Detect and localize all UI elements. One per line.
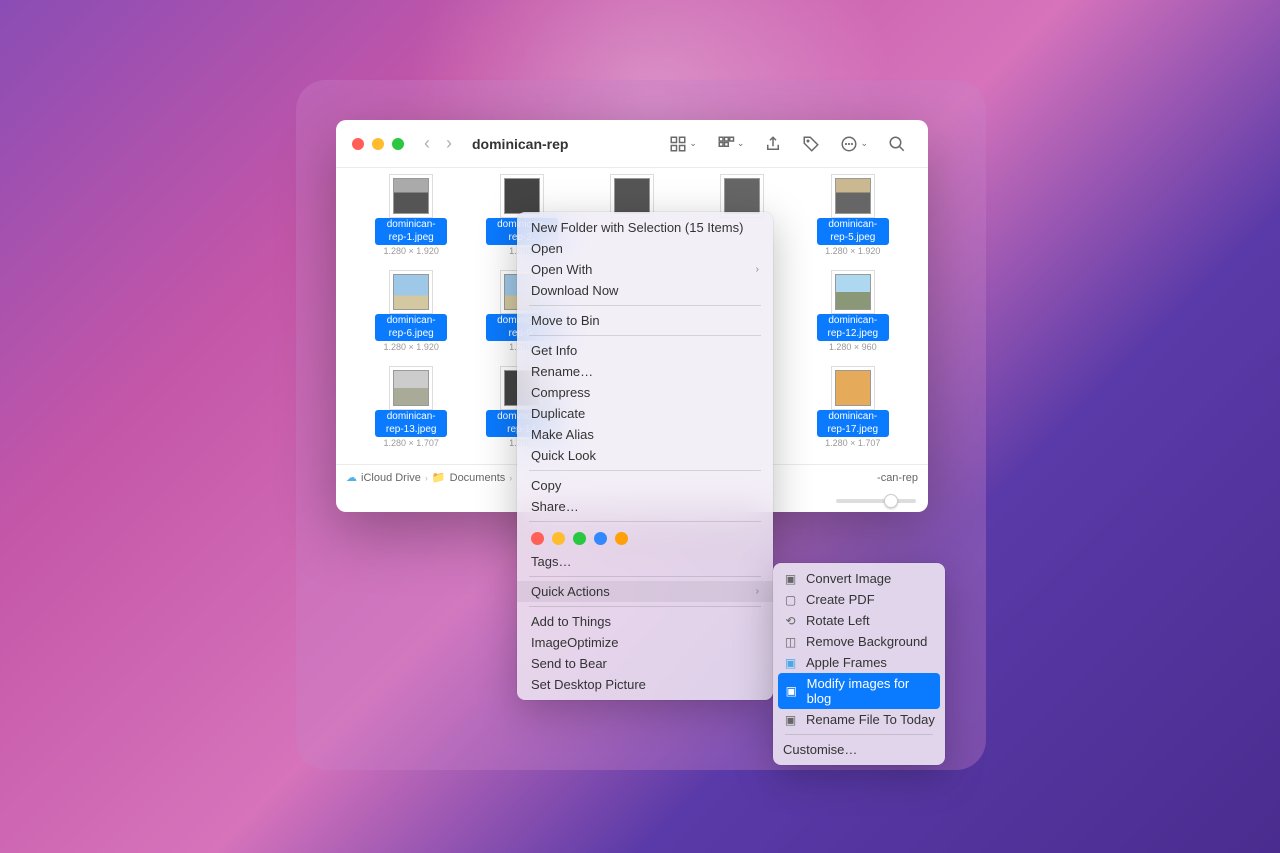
document-icon: ▢: [783, 592, 798, 607]
frames-icon: ▣: [783, 655, 798, 670]
menu-image-optimize[interactable]: ImageOptimize: [517, 632, 773, 653]
qa-customise[interactable]: Customise…: [773, 739, 945, 760]
menu-get-info[interactable]: Get Info: [517, 340, 773, 361]
file-thumbnail: [393, 370, 429, 406]
menu-send-to-bear[interactable]: Send to Bear: [517, 653, 773, 674]
file-name: dominican-rep-6.jpeg: [375, 314, 447, 341]
file-dimensions: 1.280 × 1.920: [384, 342, 439, 352]
menu-new-folder[interactable]: New Folder with Selection (15 Items): [517, 217, 773, 238]
folder-icon: 📁: [432, 471, 446, 484]
traffic-lights: [352, 138, 404, 150]
file-thumbnail: [614, 178, 650, 214]
menu-duplicate[interactable]: Duplicate: [517, 403, 773, 424]
path-segment[interactable]: Documents: [450, 472, 506, 484]
minimize-button[interactable]: [372, 138, 384, 150]
menu-make-alias[interactable]: Make Alias: [517, 424, 773, 445]
menu-rename[interactable]: Rename…: [517, 361, 773, 382]
file-thumbnail: [835, 370, 871, 406]
qa-remove-background[interactable]: ◫Remove Background: [773, 631, 945, 652]
qa-rotate-left[interactable]: ⟲Rotate Left: [773, 610, 945, 631]
tag-colors: [517, 526, 773, 551]
path-segment[interactable]: -can-rep: [877, 472, 918, 484]
file-name: dominican-rep-12.jpeg: [817, 314, 889, 341]
icloud-icon: ☁︎: [346, 471, 357, 484]
file-thumbnail: [835, 274, 871, 310]
file-thumbnail: [504, 178, 540, 214]
finder-toolbar: ‹ › dominican-rep ⌄ ⌄ ⌄: [336, 120, 928, 168]
back-button[interactable]: ‹: [420, 133, 434, 154]
maximize-button[interactable]: [392, 138, 404, 150]
file-name: dominican-rep-5.jpeg: [817, 218, 889, 245]
file-item[interactable]: dominican-rep-12.jpeg1.280 × 960: [798, 274, 908, 370]
menu-move-to-bin[interactable]: Move to Bin: [517, 310, 773, 331]
file-dimensions: 1.280 × 960: [829, 342, 877, 352]
menu-share[interactable]: Share…: [517, 496, 773, 517]
background-icon: ◫: [783, 634, 798, 649]
file-thumbnail: [393, 274, 429, 310]
share-icon[interactable]: [758, 135, 788, 153]
menu-tags[interactable]: Tags…: [517, 551, 773, 572]
menu-compress[interactable]: Compress: [517, 382, 773, 403]
file-dimensions: 1.280 × 1.920: [384, 246, 439, 256]
file-name: dominican-rep-1.jpeg: [375, 218, 447, 245]
menu-set-desktop[interactable]: Set Desktop Picture: [517, 674, 773, 695]
qa-apple-frames[interactable]: ▣Apple Frames: [773, 652, 945, 673]
qa-convert-image[interactable]: ▣Convert Image: [773, 568, 945, 589]
context-menu: New Folder with Selection (15 Items) Ope…: [517, 212, 773, 700]
file-name: dominican-rep-17.jpeg: [817, 410, 889, 437]
file-item[interactable]: dominican-rep-6.jpeg1.280 × 1.920: [356, 274, 466, 370]
forward-button[interactable]: ›: [442, 133, 456, 154]
file-item[interactable]: dominican-rep-17.jpeg1.280 × 1.707: [798, 370, 908, 464]
window-title: dominican-rep: [472, 136, 568, 152]
file-item[interactable]: dominican-rep-5.jpeg1.280 × 1.920: [798, 178, 908, 274]
action-menu-icon[interactable]: ⌄: [834, 135, 874, 153]
search-icon[interactable]: [882, 135, 912, 153]
menu-download-now[interactable]: Download Now: [517, 280, 773, 301]
file-item[interactable]: dominican-rep-1.jpeg1.280 × 1.920: [356, 178, 466, 274]
tag-yellow[interactable]: [552, 532, 565, 545]
chevron-right-icon: ›: [756, 264, 759, 275]
file-item[interactable]: dominican-rep-13.jpeg1.280 × 1.707: [356, 370, 466, 464]
qa-create-pdf[interactable]: ▢Create PDF: [773, 589, 945, 610]
modify-icon: ▣: [784, 684, 799, 699]
path-segment[interactable]: iCloud Drive: [361, 472, 421, 484]
file-dimensions: 1.280 × 1.920: [825, 246, 880, 256]
chevron-right-icon: ›: [756, 586, 759, 597]
quick-actions-submenu: ▣Convert Image ▢Create PDF ⟲Rotate Left …: [773, 563, 945, 765]
file-name: dominican-rep-13.jpeg: [375, 410, 447, 437]
file-thumbnail: [724, 178, 760, 214]
menu-add-to-things[interactable]: Add to Things: [517, 611, 773, 632]
file-dimensions: 1.280 × 1.707: [384, 438, 439, 448]
zoom-slider[interactable]: [836, 499, 916, 503]
tag-orange[interactable]: [615, 532, 628, 545]
qa-rename-file-today[interactable]: ▣Rename File To Today: [773, 709, 945, 730]
image-icon: ▣: [783, 571, 798, 586]
file-dimensions: 1.280 × 1.707: [825, 438, 880, 448]
menu-open[interactable]: Open: [517, 238, 773, 259]
tag-red[interactable]: [531, 532, 544, 545]
rotate-icon: ⟲: [783, 613, 798, 628]
close-button[interactable]: [352, 138, 364, 150]
tag-green[interactable]: [573, 532, 586, 545]
view-icons-button[interactable]: ⌄: [663, 135, 703, 153]
group-button[interactable]: ⌄: [711, 135, 751, 153]
menu-open-with[interactable]: Open With›: [517, 259, 773, 280]
rename-icon: ▣: [783, 712, 798, 727]
qa-modify-images-for-blog[interactable]: ▣Modify images for blog: [778, 673, 940, 709]
menu-quick-look[interactable]: Quick Look: [517, 445, 773, 466]
file-thumbnail: [393, 178, 429, 214]
tag-blue[interactable]: [594, 532, 607, 545]
menu-copy[interactable]: Copy: [517, 475, 773, 496]
menu-quick-actions[interactable]: Quick Actions›: [517, 581, 773, 602]
file-thumbnail: [835, 178, 871, 214]
tag-icon[interactable]: [796, 135, 826, 153]
